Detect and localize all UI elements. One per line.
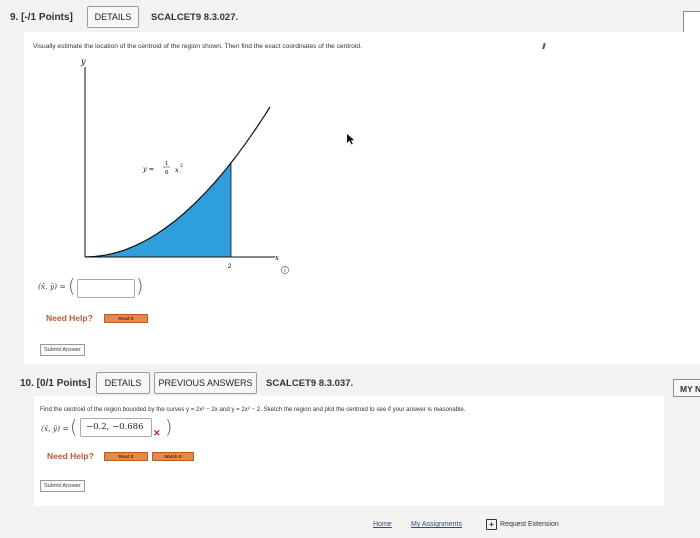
q10-answer-value: −0.2, −0.686 xyxy=(86,422,144,432)
footer-assignments-link[interactable]: My Assignments xyxy=(411,521,462,528)
q9-code: SCALCET9 8.3.027. xyxy=(151,12,239,23)
curve-eq-exp: 2 xyxy=(180,163,183,169)
curve-eq-den: 6 xyxy=(165,170,169,176)
y-axis-label: y xyxy=(80,57,86,66)
curve-eq-num: 1 xyxy=(165,161,169,167)
q9-close-paren: ) xyxy=(136,275,144,297)
side-tab[interactable]: MY N xyxy=(673,379,700,397)
plus-box-icon: + xyxy=(486,519,497,530)
q10-need-help: Need Help? xyxy=(47,451,94,461)
q10-open-paren: ( xyxy=(70,416,78,438)
side-tab-label: MY N xyxy=(680,384,700,394)
incorrect-icon: ✕ xyxy=(153,428,161,438)
footer-home-link[interactable]: Home xyxy=(373,521,392,528)
x-tick-label: 2 xyxy=(228,264,232,270)
q10-submit-button[interactable]: Submit Answer xyxy=(40,480,85,492)
q9-prompt: Visually estimate the location of the ce… xyxy=(33,43,362,50)
footer-request-extension[interactable]: + Request Extension xyxy=(486,519,559,530)
q10-prompt: Find the centroid of the region bounded … xyxy=(40,406,466,413)
q9-answer-input[interactable] xyxy=(77,279,135,298)
q10-header: 10. [0/1 Points] xyxy=(20,378,91,389)
q9-header: 9. [-/1 Points] xyxy=(10,12,73,23)
q10-read-it-button[interactable]: Read It xyxy=(104,452,148,461)
curve-eq-lhs: y = xyxy=(142,165,154,173)
q9-graph: y x 2 y = 1 6 x 2 xyxy=(80,57,289,274)
q10-watch-it-button[interactable]: Watch It xyxy=(152,452,194,461)
q9-need-help: Need Help? xyxy=(46,313,93,323)
q9-open-paren: ( xyxy=(68,275,76,297)
footer-request-label: Request Extension xyxy=(500,521,559,528)
q9-read-it-button[interactable]: Read It xyxy=(104,314,148,323)
q10-previous-answers-button[interactable]: PREVIOUS ANSWERS xyxy=(154,372,257,394)
q10-answer-input[interactable]: −0.2, −0.686 xyxy=(80,418,152,437)
q10-details-button[interactable]: DETAILS xyxy=(96,372,150,394)
q9-answer-label: (x̄, ȳ) = xyxy=(38,282,66,291)
mouse-cursor-icon xyxy=(347,134,355,145)
x-axis-label: x xyxy=(275,254,279,262)
q9-submit-button[interactable]: Submit Answer xyxy=(40,344,85,356)
curve-eq-var: x xyxy=(175,166,179,174)
q10-close-paren: ) xyxy=(165,416,173,438)
q10-answer-label: (x̄, ȳ) = xyxy=(41,424,69,433)
info-circle-icon[interactable] xyxy=(281,266,289,274)
q10-code: SCALCET9 8.3.037. xyxy=(266,378,354,389)
shaded-region xyxy=(85,163,231,257)
q9-details-button[interactable]: DETAILS xyxy=(87,6,139,28)
